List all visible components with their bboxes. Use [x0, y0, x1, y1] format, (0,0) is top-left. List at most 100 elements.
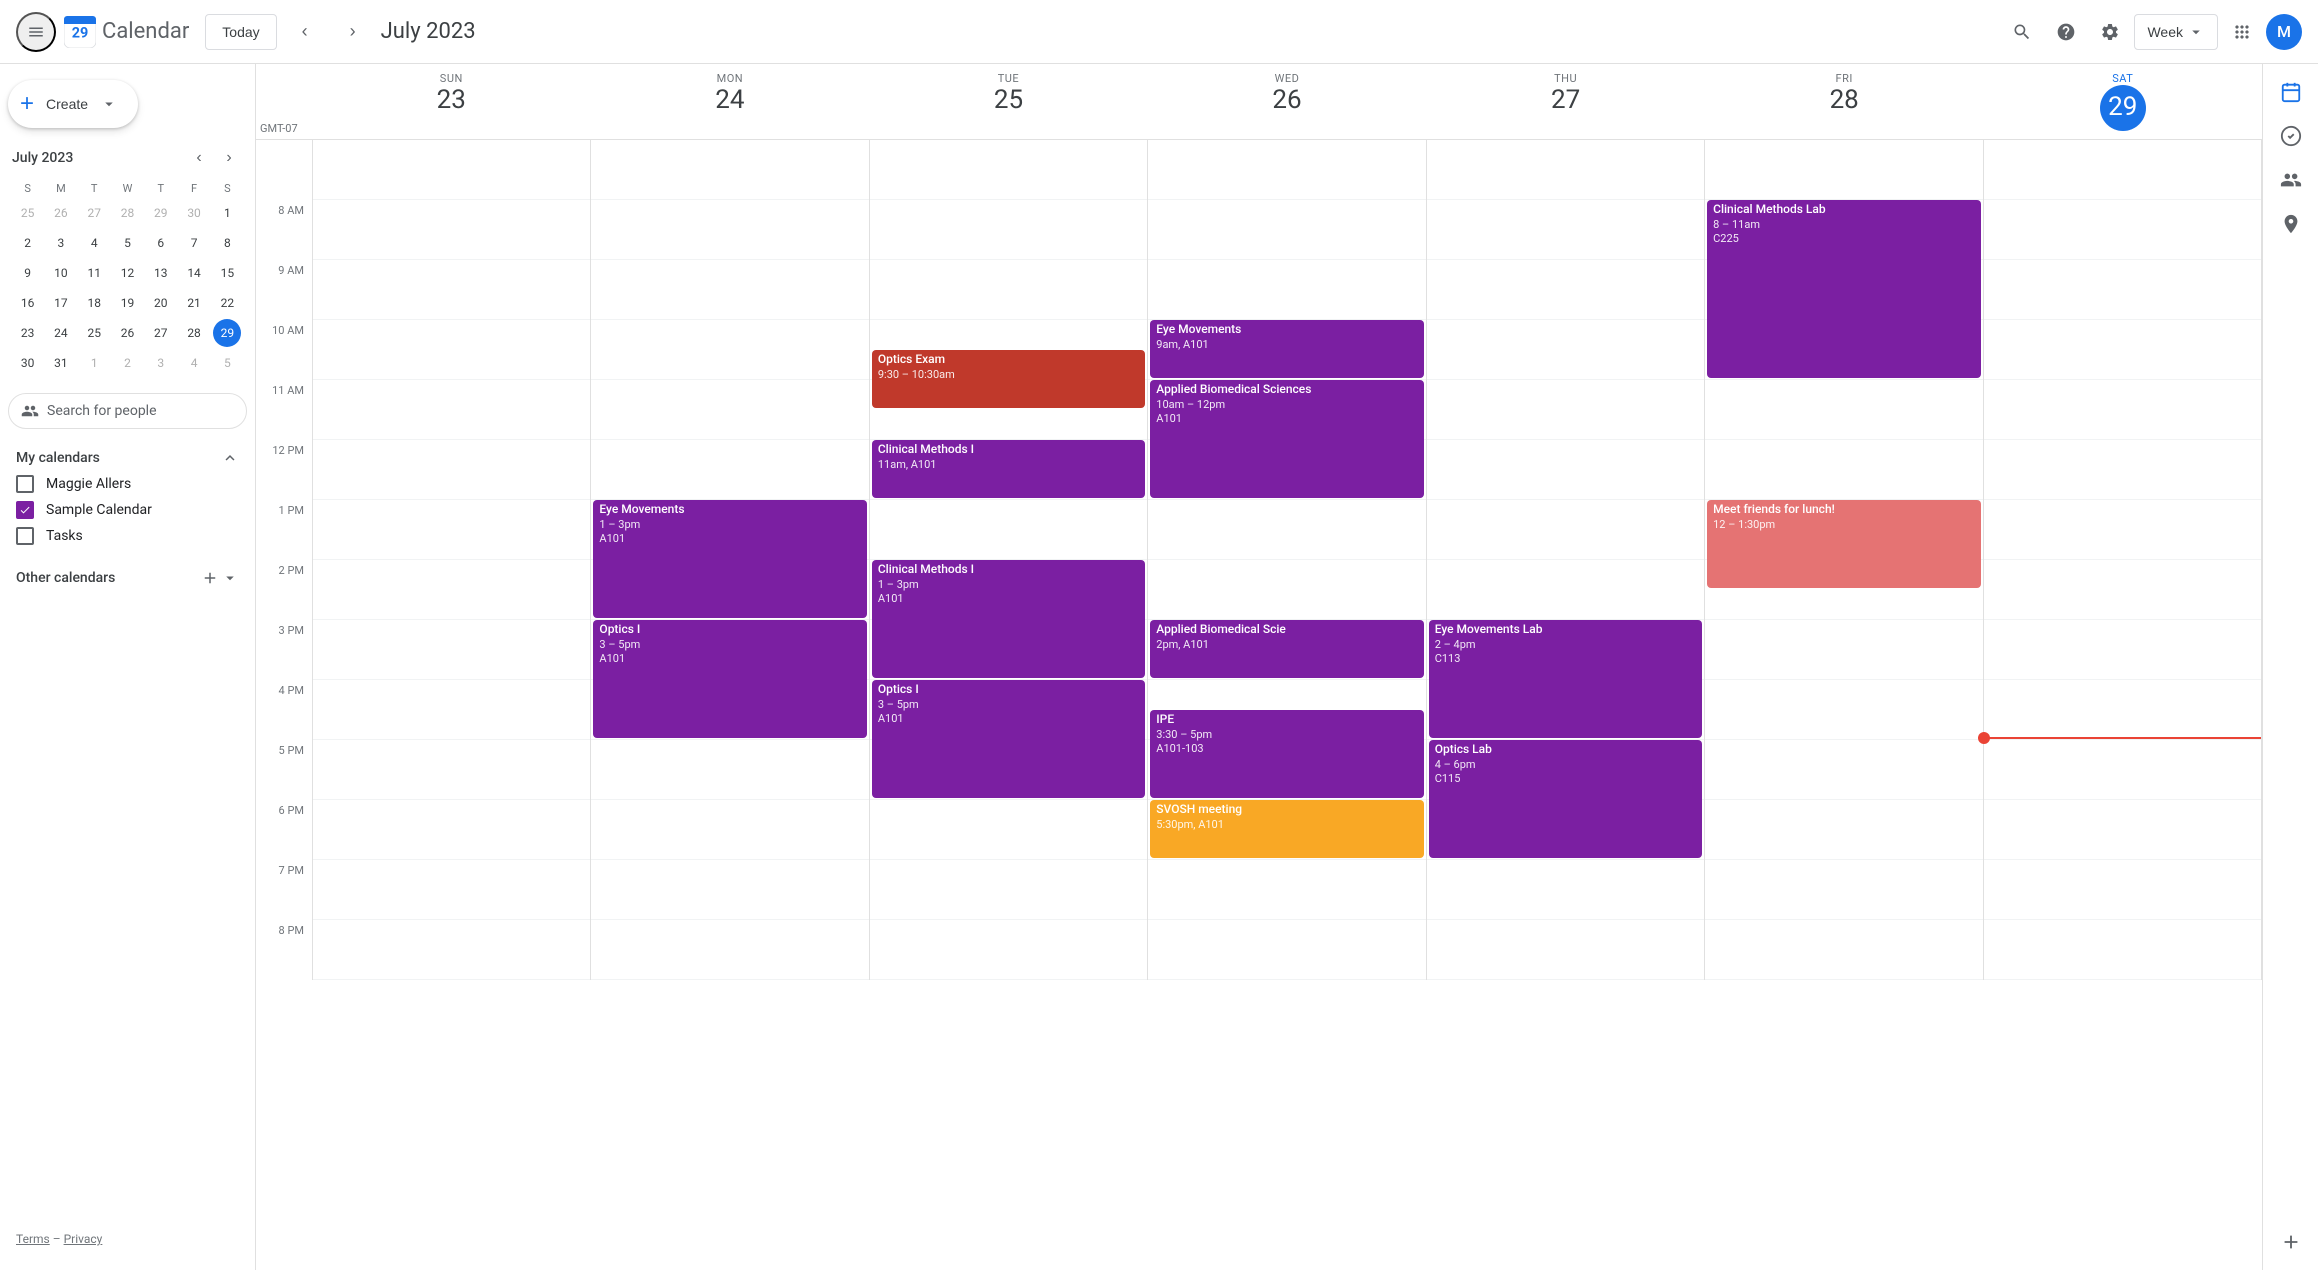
day-header-fri[interactable]: FRI 28: [1705, 64, 1984, 139]
mini-cal-day[interactable]: 11: [80, 259, 108, 287]
day-header-sat[interactable]: SAT 29: [1983, 64, 2262, 139]
other-calendars-header[interactable]: Other calendars: [8, 565, 247, 591]
mini-cal-day[interactable]: 18: [80, 289, 108, 317]
mini-cal-day[interactable]: 19: [113, 289, 141, 317]
event-applied-biomed-wed2[interactable]: Applied Biomedical Scie 2pm, A101: [1150, 620, 1423, 678]
day-col-wed[interactable]: Eye Movements 9am, A101 Applied Biomedic…: [1147, 140, 1425, 980]
mini-cal-day[interactable]: 27: [147, 319, 175, 347]
mini-cal-day[interactable]: 17: [47, 289, 75, 317]
mini-cal-day[interactable]: 4: [80, 229, 108, 257]
mini-cal-prev[interactable]: ‹: [185, 144, 213, 172]
mini-cal-day[interactable]: 26: [47, 199, 75, 227]
mini-cal-day[interactable]: 2: [113, 349, 141, 377]
calendar-checkbox-sample[interactable]: [16, 501, 34, 519]
event-optics-tue[interactable]: Optics I 3 – 5pm A101: [872, 680, 1145, 798]
right-icon-maps[interactable]: [2271, 204, 2311, 244]
next-button[interactable]: ›: [333, 12, 373, 52]
mini-cal-day[interactable]: 22: [213, 289, 241, 317]
mini-cal-day[interactable]: 3: [47, 229, 75, 257]
prev-button[interactable]: ‹: [285, 12, 325, 52]
event-eye-movements-mon[interactable]: Eye Movements 1 – 3pm A101: [593, 500, 866, 618]
mini-cal-day[interactable]: 15: [213, 259, 241, 287]
mini-cal-day[interactable]: 1: [80, 349, 108, 377]
event-clinical-methods-lab-fri[interactable]: Clinical Methods Lab 8 – 11am C225: [1707, 200, 1980, 378]
right-icon-calendar[interactable]: [2271, 72, 2311, 112]
event-eye-movements-wed[interactable]: Eye Movements 9am, A101: [1150, 320, 1423, 378]
create-button[interactable]: + Create: [8, 80, 138, 128]
event-optics-lab-thu[interactable]: Optics Lab 4 – 6pm C115: [1429, 740, 1702, 858]
mini-cal-day[interactable]: 28: [180, 319, 208, 347]
mini-cal-day[interactable]: 28: [113, 199, 141, 227]
mini-cal-day[interactable]: 27: [80, 199, 108, 227]
search-people[interactable]: Search for people: [8, 393, 247, 429]
day-col-sun[interactable]: [312, 140, 590, 980]
menu-button[interactable]: [16, 12, 56, 52]
mini-cal-day[interactable]: 3: [147, 349, 175, 377]
mini-cal-day[interactable]: 6: [147, 229, 175, 257]
event-optics-exam[interactable]: Optics Exam 9:30 – 10:30am: [872, 350, 1145, 408]
event-optics-mon[interactable]: Optics I 3 – 5pm A101: [593, 620, 866, 738]
mini-cal-day[interactable]: 2: [14, 229, 42, 257]
mini-cal-day[interactable]: 7: [180, 229, 208, 257]
day-col-tue[interactable]: Optics Exam 9:30 – 10:30am Clinical Meth…: [869, 140, 1147, 980]
calendar-item-maggie[interactable]: Maggie Allers: [8, 471, 247, 497]
apps-button[interactable]: [2222, 12, 2262, 52]
day-header-tue[interactable]: TUE 25: [869, 64, 1148, 139]
mini-cal-day[interactable]: 10: [47, 259, 75, 287]
mini-cal-day[interactable]: 5: [113, 229, 141, 257]
day-header-wed[interactable]: WED 26: [1148, 64, 1427, 139]
right-icon-people[interactable]: [2271, 160, 2311, 200]
day-header-sun[interactable]: SUN 23: [312, 64, 591, 139]
event-svosh-wed[interactable]: SVOSH meeting 5:30pm, A101: [1150, 800, 1423, 858]
day-col-thu[interactable]: Eye Movements Lab 2 – 4pm C113 Optics La…: [1426, 140, 1704, 980]
mini-cal-day[interactable]: 23: [14, 319, 42, 347]
mini-cal-next[interactable]: ›: [215, 144, 243, 172]
calendar-item-sample[interactable]: Sample Calendar: [8, 497, 247, 523]
event-ipe-wed[interactable]: IPE 3:30 – 5pm A101-103: [1150, 710, 1423, 798]
today-button[interactable]: Today: [205, 14, 276, 50]
day-col-fri[interactable]: Clinical Methods Lab 8 – 11am C225 Meet …: [1704, 140, 1982, 980]
event-clinical-methods-tue-pm[interactable]: Clinical Methods I 1 – 3pm A101: [872, 560, 1145, 678]
help-button[interactable]: [2046, 12, 2086, 52]
mini-cal-day[interactable]: 13: [147, 259, 175, 287]
mini-cal-day[interactable]: 14: [180, 259, 208, 287]
event-applied-biomed-wed[interactable]: Applied Biomedical Sciences 10am – 12pm …: [1150, 380, 1423, 498]
mini-cal-day[interactable]: 4: [180, 349, 208, 377]
search-button[interactable]: [2002, 12, 2042, 52]
mini-cal-day[interactable]: 24: [47, 319, 75, 347]
calendar-checkbox-tasks[interactable]: [16, 527, 34, 545]
day-col-sat[interactable]: [1983, 140, 2262, 980]
mini-cal-day[interactable]: 1: [213, 199, 241, 227]
mini-cal-day[interactable]: 25: [14, 199, 42, 227]
mini-cal-day[interactable]: 26: [113, 319, 141, 347]
mini-cal-day[interactable]: 9: [14, 259, 42, 287]
mini-cal-day[interactable]: 16: [14, 289, 42, 317]
mini-cal-day[interactable]: 21: [180, 289, 208, 317]
event-clinical-methods-tue-am[interactable]: Clinical Methods I 11am, A101: [872, 440, 1145, 498]
day-header-mon[interactable]: MON 24: [591, 64, 870, 139]
day-header-thu[interactable]: THU 27: [1426, 64, 1705, 139]
user-avatar[interactable]: M: [2266, 14, 2302, 50]
right-icon-add[interactable]: [2271, 1222, 2311, 1262]
mini-cal-day[interactable]: 31: [47, 349, 75, 377]
event-eye-movements-lab-thu[interactable]: Eye Movements Lab 2 – 4pm C113: [1429, 620, 1702, 738]
footer-terms[interactable]: Terms: [16, 1232, 50, 1246]
mini-cal-day[interactable]: 30: [180, 199, 208, 227]
footer-privacy[interactable]: Privacy: [64, 1232, 103, 1246]
mini-cal-day[interactable]: 29: [147, 199, 175, 227]
mini-cal-today[interactable]: 29: [213, 319, 241, 347]
view-selector[interactable]: Week: [2134, 14, 2218, 50]
calendar-item-tasks[interactable]: Tasks: [8, 523, 247, 549]
settings-button[interactable]: [2090, 12, 2130, 52]
my-calendars-header[interactable]: My calendars: [8, 445, 247, 471]
mini-cal-day[interactable]: 12: [113, 259, 141, 287]
day-col-mon[interactable]: Eye Movements 1 – 3pm A101 Optics I 3 – …: [590, 140, 868, 980]
mini-cal-day[interactable]: 5: [213, 349, 241, 377]
mini-cal-day[interactable]: 30: [14, 349, 42, 377]
right-icon-tasks[interactable]: [2271, 116, 2311, 156]
mini-cal-day[interactable]: 20: [147, 289, 175, 317]
calendar-checkbox-maggie[interactable]: [16, 475, 34, 493]
event-lunch-fri[interactable]: Meet friends for lunch! 12 – 1:30pm: [1707, 500, 1980, 588]
mini-cal-day[interactable]: 8: [213, 229, 241, 257]
mini-cal-day[interactable]: 25: [80, 319, 108, 347]
